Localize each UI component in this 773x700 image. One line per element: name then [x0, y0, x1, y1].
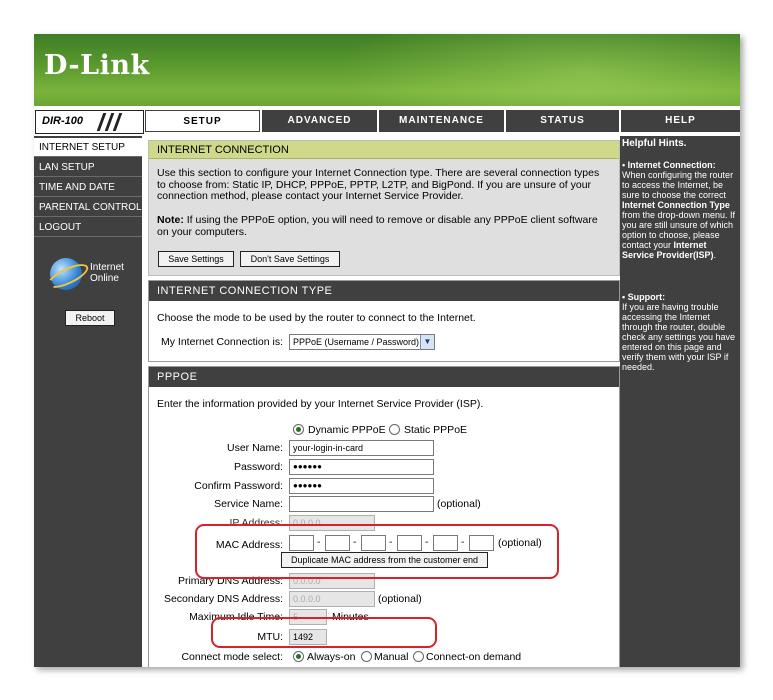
note-label: Note:: [157, 214, 184, 226]
internet-status-line2: Online: [90, 273, 119, 284]
static-pppoe-radio[interactable]: [389, 424, 400, 435]
manual-radio[interactable]: [361, 651, 372, 662]
help-internet-title: • Internet Connection:: [622, 160, 716, 170]
model-slash-decoration: [112, 113, 123, 131]
secondary-dns-label: Secondary DNS Address:: [163, 593, 283, 605]
help-support: • Support: If you are having trouble acc…: [622, 292, 738, 372]
sidebar-item-time-and-date[interactable]: TIME AND DATE: [34, 178, 142, 197]
manual-label: Manual: [374, 651, 409, 663]
tab-status[interactable]: STATUS: [506, 110, 619, 132]
header-sheen: [334, 34, 740, 106]
mtu-highlight-annotation: [211, 617, 437, 648]
always-on-radio[interactable]: [293, 651, 304, 662]
service-name-input[interactable]: [289, 496, 434, 512]
mac-highlight-annotation: [195, 524, 559, 579]
internet-connection-description: Use this section to configure your Inter…: [157, 167, 600, 202]
username-input[interactable]: your-login-in-card: [289, 440, 434, 456]
pppoe-note: Note: If using the PPPoE option, you wil…: [157, 214, 609, 238]
reboot-button[interactable]: Reboot: [65, 310, 115, 326]
help-title: Helpful Hints.: [622, 138, 687, 149]
connection-type-select[interactable]: PPPoE (Username / Password) ▼: [289, 334, 435, 350]
section-title-connection-type: INTERNET CONNECTION TYPE: [149, 281, 619, 301]
connection-type-description: Choose the mode to be used by the router…: [157, 312, 476, 324]
static-pppoe-label: Static PPPoE: [404, 424, 468, 436]
model-badge: DIR-100: [35, 110, 144, 134]
dlink-logo: D-Link: [44, 50, 150, 81]
connection-type-value: PPPoE (Username / Password): [293, 337, 420, 347]
pppoe-section: PPPOE Enter the information provided by …: [148, 366, 620, 667]
help-internet-text-c: .: [713, 250, 717, 260]
chevron-down-icon[interactable]: ▼: [420, 335, 434, 349]
service-name-label: Service Name:: [214, 498, 283, 510]
tab-help[interactable]: HELP: [621, 110, 740, 132]
tab-setup[interactable]: SETUP: [145, 110, 260, 132]
connect-on-demand-label: Connect-on demand: [426, 651, 522, 663]
always-on-label: Always-on: [307, 651, 356, 663]
tab-advanced[interactable]: ADVANCED: [262, 110, 377, 132]
help-panel: Helpful Hints. • Internet Connection: Wh…: [620, 136, 740, 667]
router-admin-window: D-Link DIR-100 SETUP ADVANCED MAINTENANC…: [34, 34, 740, 667]
confirm-password-label: Confirm Password:: [194, 480, 283, 492]
tab-maintenance[interactable]: MAINTENANCE: [379, 110, 504, 132]
help-internet-connection: • Internet Connection: When configuring …: [622, 160, 738, 260]
main-content: INTERNET CONNECTION Use this section to …: [142, 136, 620, 667]
service-optional-text: (optional): [437, 498, 481, 510]
sidebar-item-internet-setup[interactable]: INTERNET SETUP: [34, 138, 142, 157]
internet-status-text: Internet Online: [90, 262, 124, 284]
help-support-text: If you are having trouble accessing the …: [622, 302, 736, 372]
connection-type-section: INTERNET CONNECTION TYPE Choose the mode…: [148, 280, 620, 362]
header-banner: D-Link: [34, 34, 740, 106]
connection-select-label: My Internet Connection is:: [161, 336, 283, 348]
internet-status: Internet Online: [44, 258, 140, 298]
secondary-dns-input[interactable]: 0.0.0.0: [289, 591, 375, 607]
secondary-dns-optional-text: (optional): [378, 593, 422, 605]
internet-status-line1: Internet: [90, 262, 124, 273]
username-label: User Name:: [226, 442, 283, 454]
password-input[interactable]: ●●●●●●: [289, 459, 434, 475]
help-internet-bold-a: Internet Connection Type: [622, 200, 730, 210]
note-text: If using the PPPoE option, you will need…: [157, 214, 598, 238]
dynamic-pppoe-radio[interactable]: [293, 424, 304, 435]
password-label: Password:: [233, 461, 283, 473]
help-support-title: • Support:: [622, 292, 666, 302]
model-name: DIR-100: [42, 115, 83, 127]
dynamic-pppoe-label: Dynamic PPPoE: [308, 424, 386, 436]
connect-on-demand-radio[interactable]: [413, 651, 424, 662]
sidebar-item-lan-setup[interactable]: LAN SETUP: [34, 158, 142, 177]
top-navigation: DIR-100 SETUP ADVANCED MAINTENANCE STATU…: [34, 106, 740, 136]
help-internet-text-a: When configuring the router to access th…: [622, 170, 734, 200]
save-settings-button[interactable]: Save Settings: [158, 251, 234, 267]
connect-mode-label: Connect mode select:: [181, 651, 283, 663]
pppoe-description: Enter the information provided by your I…: [157, 398, 484, 410]
left-sidebar: INTERNET SETUP LAN SETUP TIME AND DATE P…: [34, 136, 142, 667]
internet-globe-icon: [44, 258, 92, 293]
sidebar-item-logout[interactable]: LOGOUT: [34, 218, 142, 237]
internet-connection-section: INTERNET CONNECTION Use this section to …: [148, 140, 620, 276]
dont-save-settings-button[interactable]: Don't Save Settings: [240, 251, 340, 267]
section-title-pppoe: PPPOE: [149, 367, 619, 387]
sidebar-item-parental-control[interactable]: PARENTAL CONTROL: [34, 198, 142, 217]
section-title-internet-connection: INTERNET CONNECTION: [149, 141, 619, 159]
confirm-password-input[interactable]: ●●●●●●: [289, 478, 434, 494]
